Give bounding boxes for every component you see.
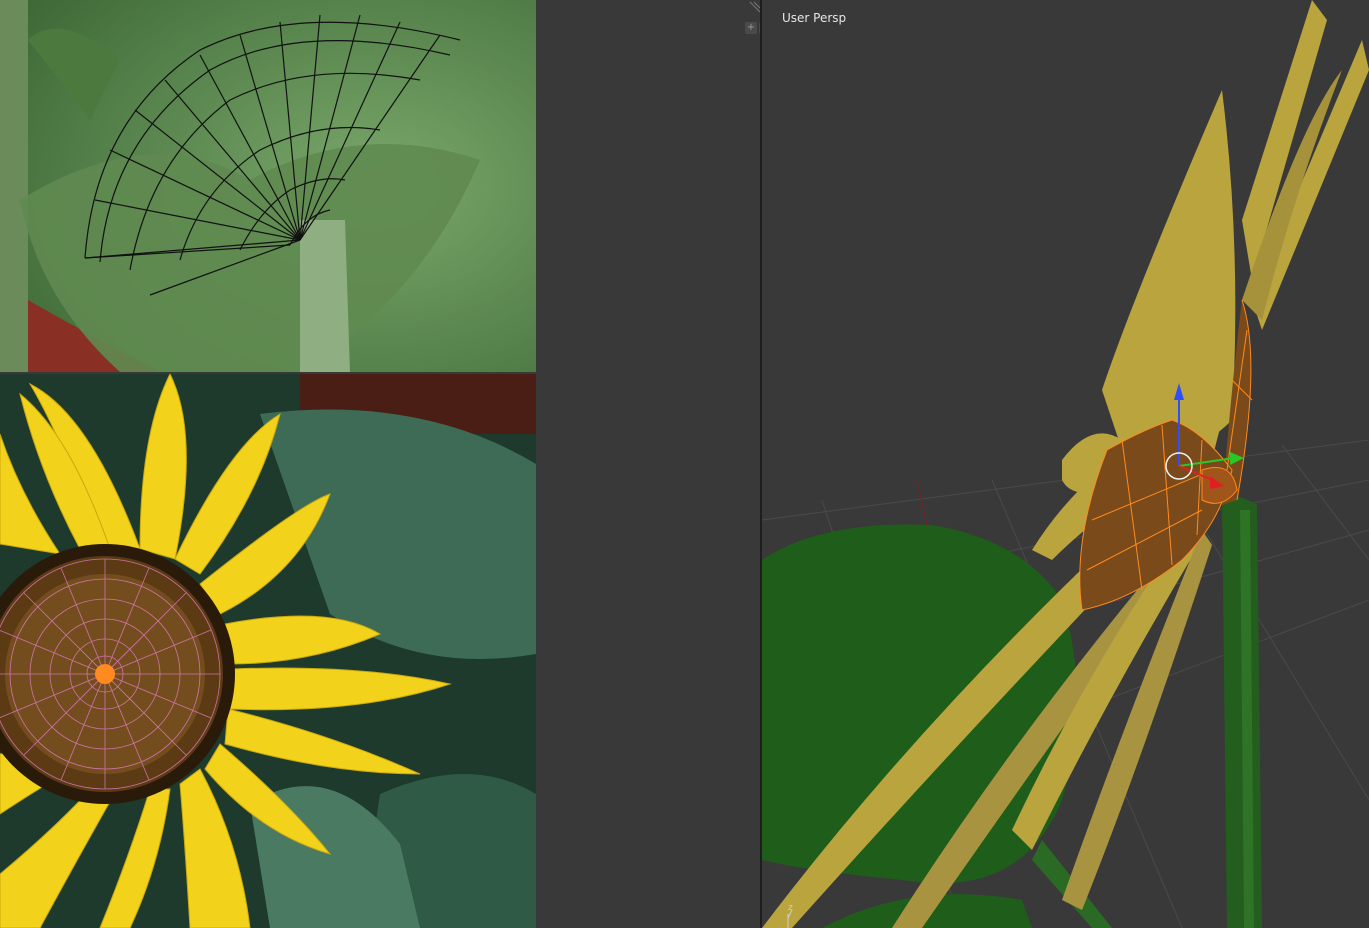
image-editor-panel[interactable]: + + bbox=[0, 0, 771, 928]
view-mode-label: User Persp bbox=[782, 11, 847, 25]
reference-image-bud bbox=[0, 0, 536, 372]
viewport-scene bbox=[762, 0, 1369, 928]
3d-viewport[interactable]: User Persp z bbox=[762, 0, 1369, 928]
area-join-button[interactable]: + bbox=[745, 22, 757, 34]
reference-image-bloom bbox=[0, 374, 536, 928]
area-split-handle[interactable] bbox=[748, 0, 760, 14]
axis-z-label: z bbox=[788, 903, 793, 913]
